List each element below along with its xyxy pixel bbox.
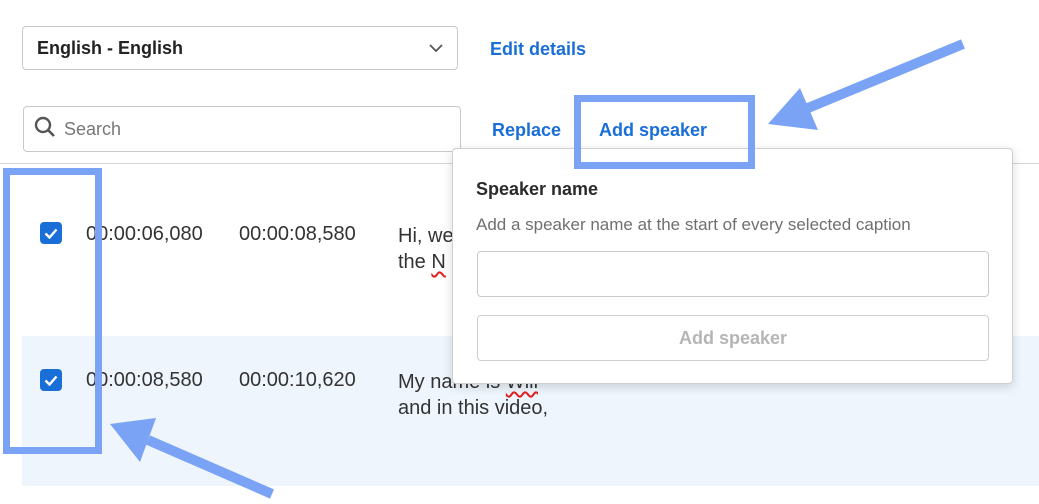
annotation-arrows [110,39,965,499]
arrow-to-add-speaker-icon [768,39,965,130]
arrow-to-checkboxes-icon [110,418,274,499]
